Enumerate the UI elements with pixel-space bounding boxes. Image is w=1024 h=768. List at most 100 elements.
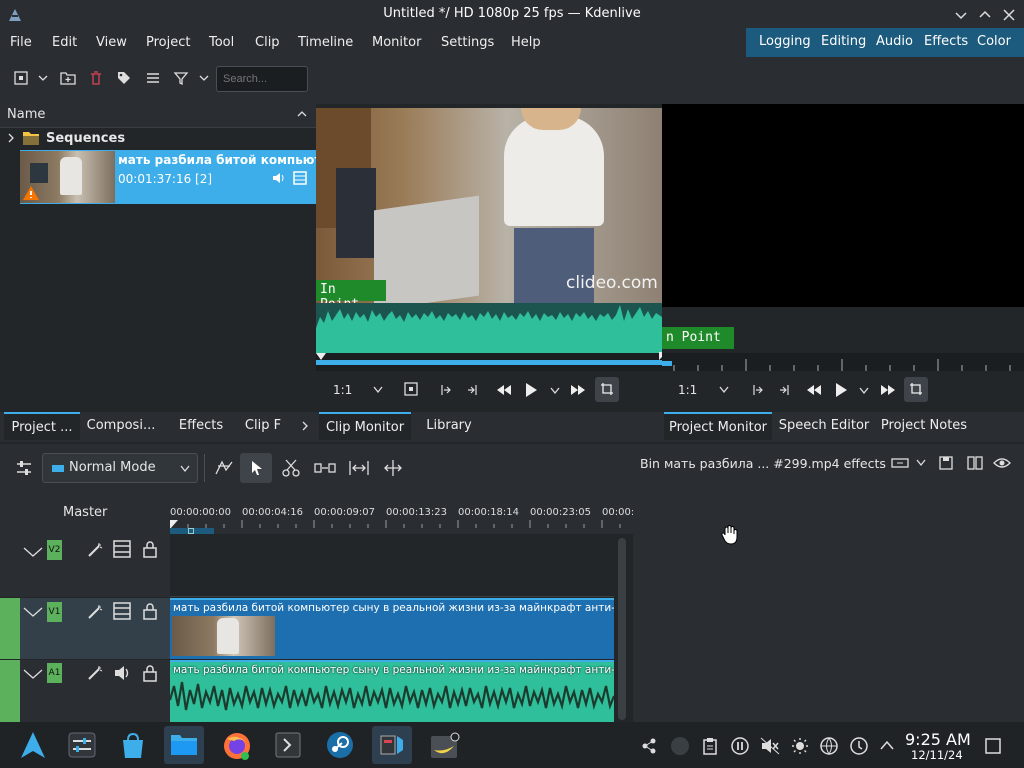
clip-monitor-video[interactable]: clideo.com bbox=[316, 108, 662, 303]
track-header-v2[interactable]: V2 bbox=[0, 534, 170, 597]
taskbar-banana-app[interactable] bbox=[424, 726, 464, 764]
column-name-header[interactable]: Name bbox=[7, 107, 45, 122]
taskbar-firefox[interactable] bbox=[216, 726, 256, 764]
status-indicator-icon[interactable] bbox=[670, 736, 690, 756]
filter-icon[interactable] bbox=[173, 70, 189, 86]
fast-forward-icon[interactable] bbox=[880, 383, 896, 397]
bin-column-header[interactable]: Name bbox=[0, 100, 316, 128]
play-icon[interactable] bbox=[834, 382, 848, 398]
rewind-icon[interactable] bbox=[496, 383, 512, 397]
taskbar-kdenlive[interactable] bbox=[372, 726, 412, 764]
set-in-icon[interactable] bbox=[438, 383, 452, 397]
effects-wand-icon[interactable] bbox=[86, 541, 104, 559]
tab-clip-properties[interactable]: Clip F bbox=[240, 412, 286, 440]
tab-clip-monitor[interactable]: Clip Monitor bbox=[319, 412, 411, 440]
taskbar-file-manager[interactable] bbox=[164, 726, 204, 764]
ripple-tool-icon[interactable] bbox=[348, 459, 370, 477]
app-launcher-icon[interactable] bbox=[18, 730, 48, 760]
menu-icon[interactable] bbox=[145, 70, 161, 86]
taskbar-terminal[interactable] bbox=[268, 726, 308, 764]
settings-sliders-icon[interactable] bbox=[15, 459, 33, 477]
chevron-down-icon[interactable] bbox=[37, 70, 49, 86]
spacer-tool-icon[interactable] bbox=[314, 459, 336, 477]
video-icon[interactable] bbox=[293, 171, 307, 185]
timeline-vertical-scrollbar[interactable] bbox=[618, 538, 626, 720]
split-view-icon[interactable] bbox=[967, 456, 983, 470]
layout-audio[interactable]: Audio bbox=[876, 34, 913, 49]
chevron-down-icon[interactable] bbox=[372, 385, 384, 395]
chevron-right-icon[interactable] bbox=[300, 420, 310, 432]
clipboard-icon[interactable] bbox=[702, 737, 718, 755]
track-header-v1[interactable]: V1 bbox=[0, 598, 170, 659]
track-target-indicator[interactable] bbox=[0, 598, 20, 659]
media-pause-icon[interactable] bbox=[731, 737, 749, 755]
menu-file[interactable]: File bbox=[10, 35, 32, 50]
tab-effects[interactable]: Effects bbox=[168, 412, 234, 440]
crop-button[interactable] bbox=[904, 377, 928, 402]
chevron-down-icon[interactable] bbox=[718, 385, 730, 395]
add-clip-icon[interactable] bbox=[13, 70, 29, 86]
playhead-marker[interactable] bbox=[316, 353, 326, 361]
menu-view[interactable]: View bbox=[96, 35, 127, 50]
lock-icon[interactable] bbox=[142, 602, 158, 620]
brightness-icon[interactable] bbox=[791, 737, 809, 755]
track-target-indicator[interactable] bbox=[0, 660, 20, 722]
set-out-icon[interactable] bbox=[778, 383, 792, 397]
select-tool-button[interactable] bbox=[240, 453, 272, 483]
timeline-video-clip[interactable]: мать разбила битой компьютер сыну в реал… bbox=[170, 598, 614, 659]
project-monitor-video[interactable] bbox=[662, 104, 1024, 307]
film-icon[interactable] bbox=[113, 602, 131, 620]
timeline-audio-clip[interactable]: мать разбила битой компьютер сыну в реал… bbox=[170, 660, 614, 722]
tab-project-notes[interactable]: Project Notes bbox=[878, 412, 970, 440]
insert-icon[interactable] bbox=[404, 382, 418, 396]
tab-speech-editor[interactable]: Speech Editor bbox=[778, 412, 870, 440]
new-folder-icon[interactable] bbox=[60, 70, 76, 86]
menu-tool[interactable]: Tool bbox=[209, 35, 234, 50]
lock-icon[interactable] bbox=[142, 540, 158, 558]
clock-time[interactable]: 9:25 AM bbox=[905, 730, 971, 749]
slip-tool-icon[interactable] bbox=[382, 459, 404, 477]
menu-clip[interactable]: Clip bbox=[255, 35, 280, 50]
timeline-ruler[interactable]: 00:00:00:00 00:00:04:16 00:00:09:07 00:0… bbox=[170, 492, 634, 534]
search-input[interactable] bbox=[216, 66, 308, 92]
delete-icon[interactable] bbox=[88, 70, 104, 86]
set-out-icon[interactable] bbox=[466, 383, 480, 397]
bin-clip-item[interactable]: мать разбила битой компьют 00:01:37:16 [… bbox=[0, 150, 316, 204]
tag-icon[interactable] bbox=[116, 70, 132, 86]
chevron-down-icon[interactable] bbox=[198, 70, 210, 86]
audio-icon[interactable] bbox=[271, 171, 287, 185]
effects-wand-icon[interactable] bbox=[86, 603, 104, 621]
maximize-icon[interactable] bbox=[977, 7, 993, 23]
lock-icon[interactable] bbox=[142, 664, 158, 682]
chevron-up-icon[interactable] bbox=[879, 739, 895, 751]
layout-effects[interactable]: Effects bbox=[924, 34, 968, 49]
menu-edit[interactable]: Edit bbox=[52, 35, 77, 50]
chevron-down-icon[interactable] bbox=[858, 386, 870, 396]
collapse-icon[interactable] bbox=[22, 606, 44, 618]
collapse-icon[interactable] bbox=[22, 668, 44, 680]
volume-muted-icon[interactable] bbox=[760, 737, 780, 755]
taskbar-system-settings[interactable] bbox=[62, 726, 102, 764]
menu-settings[interactable]: Settings bbox=[441, 35, 494, 50]
update-icon[interactable] bbox=[850, 737, 868, 755]
fast-forward-icon[interactable] bbox=[570, 383, 586, 397]
clock-date[interactable]: 12/11/24 bbox=[911, 748, 963, 762]
set-in-icon[interactable] bbox=[750, 383, 764, 397]
show-desktop-icon[interactable] bbox=[984, 737, 1002, 755]
menu-monitor[interactable]: Monitor bbox=[372, 35, 421, 50]
save-icon[interactable] bbox=[939, 456, 953, 470]
tab-project-monitor[interactable]: Project Monitor bbox=[664, 412, 772, 440]
play-icon[interactable] bbox=[524, 382, 538, 398]
multitrack-icon[interactable] bbox=[214, 458, 234, 478]
collapse-icon[interactable] bbox=[22, 546, 44, 558]
speaker-icon[interactable] bbox=[113, 664, 131, 682]
network-share-icon[interactable] bbox=[640, 737, 658, 755]
chevron-down-icon[interactable] bbox=[549, 386, 561, 396]
rewind-icon[interactable] bbox=[806, 383, 822, 397]
close-icon[interactable] bbox=[1001, 7, 1017, 23]
menu-help[interactable]: Help bbox=[511, 35, 541, 50]
crop-button[interactable] bbox=[595, 377, 619, 402]
menu-project[interactable]: Project bbox=[146, 35, 190, 50]
taskbar-steam[interactable] bbox=[320, 726, 360, 764]
clip-monitor-ruler[interactable] bbox=[316, 352, 667, 371]
